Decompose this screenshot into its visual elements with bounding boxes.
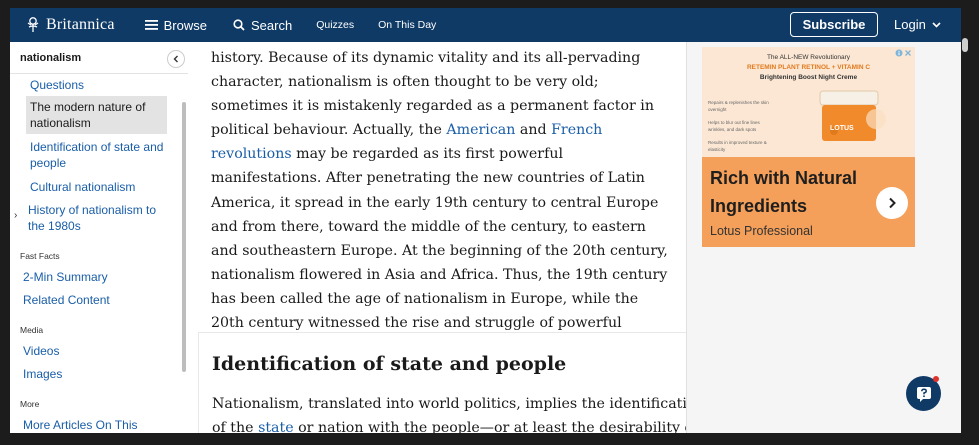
search-button[interactable]: Search [233,18,292,33]
britannica-logo[interactable]: Britannica [24,16,115,34]
ad-headline-line: Ingredients [710,196,808,216]
paragraph-text: of the [212,420,259,433]
state-link[interactable]: state [258,420,294,433]
ad-product-name: RETEMIN PLANT RETINOL + VITAMIN C [746,64,871,71]
ad-tagline: The ALL-NEW Revolutionary [766,54,851,61]
sidebar-item-modern-nature[interactable]: The modern nature of nationalism [26,96,167,134]
sidebar-scrollbar[interactable] [182,102,186,372]
article-content: history. Because of its dynamic vitality… [188,42,686,433]
sidebar-item-label: The modern nature of nationalism [30,100,146,130]
paragraph-text: Nationalism, translated into world polit… [212,396,686,412]
login-button[interactable]: Login [894,17,941,32]
jar-label: LOTUS [830,125,854,132]
search-icon [233,19,245,31]
sidebar-item-history[interactable]: History of nationalism to the 1980s [28,202,168,234]
subscribe-button[interactable]: Subscribe [790,12,878,37]
section-heading: Identification of state and people [212,353,567,375]
paragraph-text: may be regarded as its first powerful ma… [211,146,668,355]
sidebar-item-more-articles[interactable]: More Articles On This [23,417,137,433]
help-question-icon [916,386,931,402]
search-label: Search [251,17,293,33]
on-this-day-label: On This Day [378,19,437,31]
ad-product-subtitle: Brightening Boost Night Creme [759,74,858,81]
menu-icon [144,20,158,30]
ad-brand: Lotus Professional [710,224,813,238]
thistle-icon [27,17,39,32]
ad-bullet: Repairs & replenishes the skin overnight [708,100,769,112]
page-scrollbar[interactable] [962,38,968,52]
sidebar-item-identification[interactable]: Identification of state and people [30,139,170,171]
ad-headline-line: Rich with Natural [710,168,858,188]
ad-headline: Rich with Natural Ingredients [710,164,880,220]
more-heading: More [20,399,40,409]
ad-bullet: Helps to blur out fine lines wrinkles, a… [708,120,760,132]
ad-bullets: Repairs & replenishes the skin overnight… [708,99,778,159]
ad-bullet: Results in improved texture & elasticity [708,140,767,152]
chevron-right-icon [889,197,896,209]
paragraph-text: or nation with the people—or at least th… [293,420,686,433]
sidebar-item-related-content[interactable]: Related Content [23,292,110,308]
quizzes-link[interactable]: Quizzes [316,19,354,31]
fast-facts-heading: Fast Facts [20,251,60,261]
login-label: Login [894,17,926,32]
browse-button[interactable]: Browse [144,17,207,33]
american-revolution-link[interactable]: American [446,122,515,138]
table-of-contents-sidebar: nationalism Questions The modern nature … [10,42,188,433]
chevron-down-icon [932,21,941,28]
sidebar-item-questions[interactable]: Questions [30,77,84,93]
sidebar-item-2min-summary[interactable]: 2-Min Summary [23,269,108,285]
top-navigation-bar: Britannica Browse Search Quizzes On This… [10,8,961,42]
sidebar-divider [10,73,188,74]
chevron-left-icon [173,55,178,63]
cream-jar-image [819,90,886,141]
media-heading: Media [20,325,44,335]
sidebar-title: nationalism [20,52,82,64]
section-identification: Identification of state and people Natio… [198,332,686,433]
sidebar-item-images[interactable]: Images [23,366,62,382]
browse-label: Browse [163,17,207,33]
on-this-day-link[interactable]: On This Day [378,19,436,31]
sidebar-item-videos[interactable]: Videos [23,343,59,359]
quizzes-label: Quizzes [316,19,355,31]
expand-caret-icon[interactable]: › [14,210,17,221]
subscribe-label: Subscribe [802,17,866,32]
article-paragraph: history. Because of its dynamic vitality… [211,46,673,359]
sidebar-item-cultural-nationalism[interactable]: Cultural nationalism [30,179,135,195]
section-paragraph: Nationalism, translated into world polit… [212,392,686,433]
brand-name: Britannica [46,16,115,33]
collapse-sidebar-button[interactable] [167,50,185,68]
paragraph-text: and [515,122,552,139]
ad-next-button[interactable] [876,187,908,219]
advertisement[interactable]: The ALL-NEW Revolutionary RETEMIN PLANT … [702,47,915,247]
notification-dot [933,376,939,382]
right-column: The ALL-NEW Revolutionary RETEMIN PLANT … [686,42,961,433]
